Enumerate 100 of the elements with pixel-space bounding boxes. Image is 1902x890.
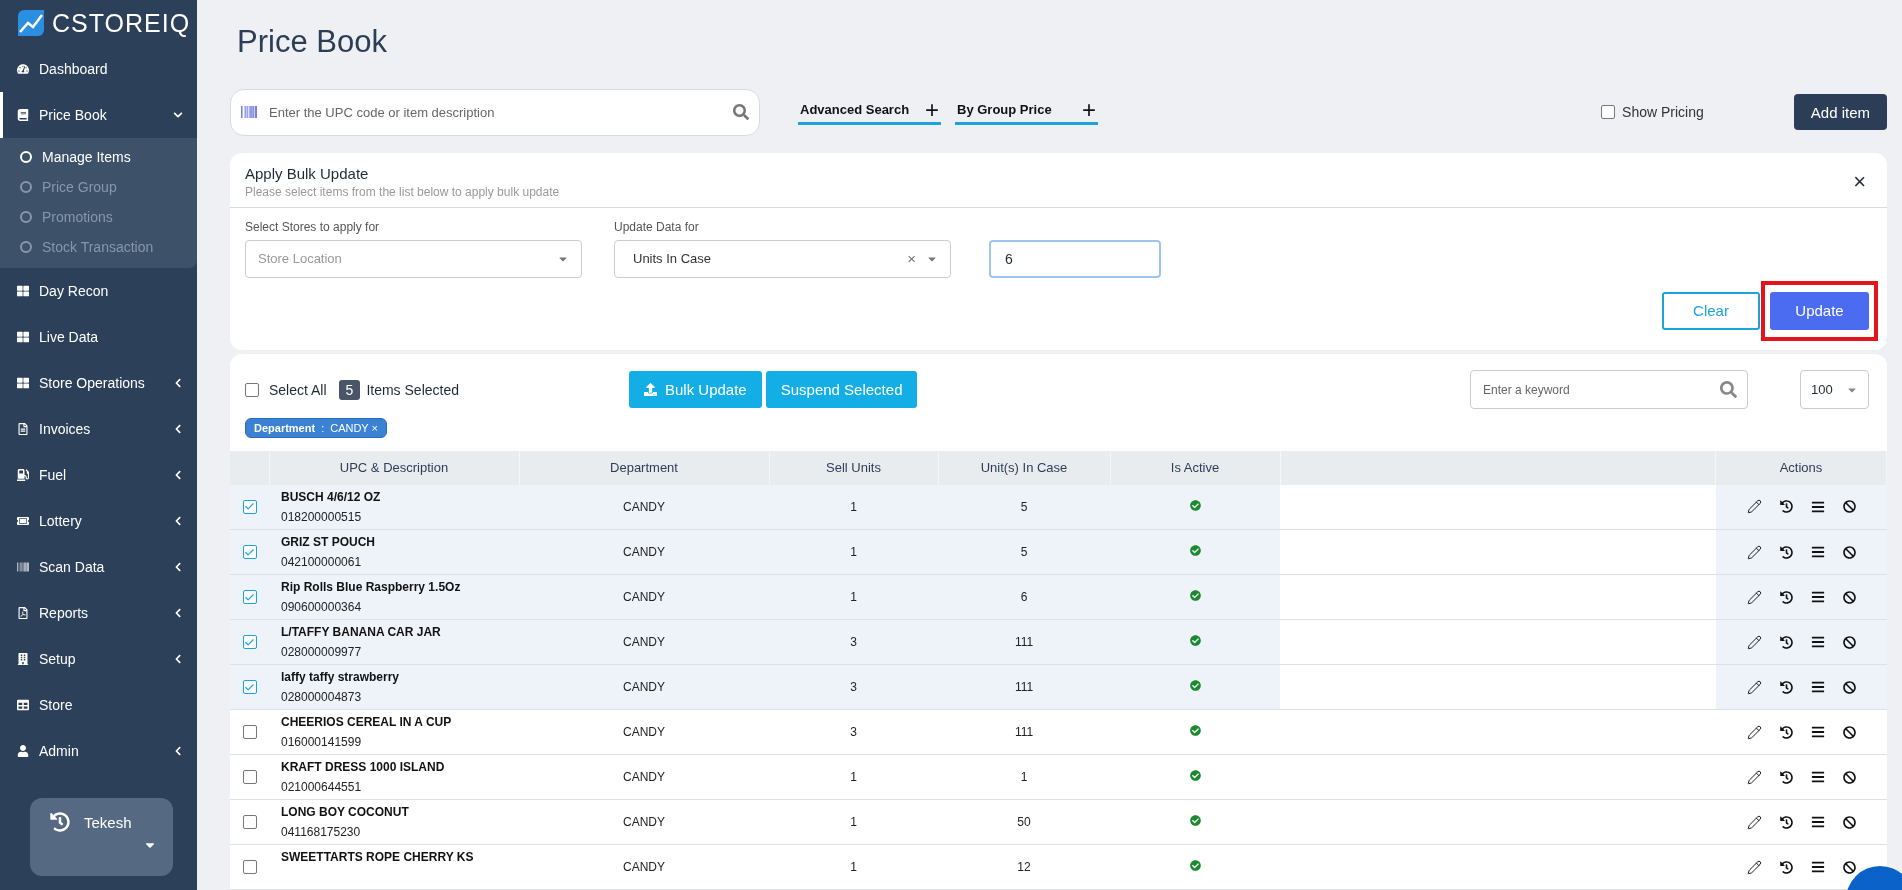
- ban-icon[interactable]: [1842, 860, 1856, 874]
- panel-title: Apply Bulk Update: [245, 164, 370, 182]
- list-icon[interactable]: [1810, 770, 1825, 784]
- nav-item[interactable]: Dashboard: [0, 46, 197, 92]
- clear-icon[interactable]: ×: [907, 250, 916, 267]
- ban-icon[interactable]: [1842, 725, 1856, 739]
- edit-icon[interactable]: [1746, 544, 1762, 560]
- history-icon[interactable]: [1779, 635, 1793, 649]
- history-icon[interactable]: [1779, 770, 1793, 784]
- edit-icon[interactable]: [1746, 859, 1762, 875]
- list-icon[interactable]: [1810, 725, 1825, 739]
- list-icon[interactable]: [1810, 860, 1825, 874]
- chevron-down-icon: [173, 110, 183, 120]
- ban-icon[interactable]: [1842, 590, 1856, 604]
- checkbox[interactable]: [242, 815, 257, 829]
- nav-item[interactable]: Lottery: [0, 498, 197, 544]
- nav-item[interactable]: Store Operations: [0, 360, 197, 406]
- keyword-field[interactable]: Enter a keyword: [1470, 370, 1748, 409]
- edit-icon[interactable]: [1746, 679, 1762, 695]
- history-icon[interactable]: [1779, 680, 1793, 694]
- table-cell: 111: [1014, 635, 1034, 649]
- edit-icon[interactable]: [1746, 589, 1762, 605]
- filter-link[interactable]: By Group Price +: [955, 99, 1098, 125]
- item-name: Rip Rolls Blue Raspberry 1.5Oz: [281, 580, 462, 594]
- close-button[interactable]: ×: [1853, 170, 1866, 193]
- search-field[interactable]: Enter the UPC code or item description: [230, 88, 760, 136]
- edit-icon[interactable]: [1746, 724, 1762, 740]
- upc-code: 018200000515: [281, 509, 363, 524]
- checkbox[interactable]: [245, 382, 259, 397]
- checkbox[interactable]: [242, 770, 257, 784]
- filter-link[interactable]: Advanced Search +: [798, 99, 941, 125]
- item-name: BUSCH 4/6/12 OZ: [281, 489, 382, 504]
- search-input[interactable]: Enter the UPC code or item description: [267, 103, 723, 121]
- nav-item[interactable]: Fuel: [0, 452, 197, 498]
- edit-icon[interactable]: [1746, 634, 1762, 650]
- list-icon[interactable]: [1810, 545, 1825, 559]
- ticket-icon: [17, 515, 29, 527]
- upc-code: 028000009977: [281, 645, 363, 659]
- column-header: UPC & Description: [269, 450, 519, 485]
- history-icon[interactable]: [1779, 545, 1793, 559]
- table-cell: CANDY: [623, 860, 665, 874]
- checkbox[interactable]: [242, 499, 257, 514]
- checkbox[interactable]: [242, 590, 257, 604]
- list-icon[interactable]: [1810, 635, 1825, 649]
- nav-item[interactable]: Store: [0, 682, 197, 728]
- plus-icon: +: [1082, 99, 1096, 120]
- plus-icon: +: [925, 99, 939, 120]
- checkbox[interactable]: [242, 680, 257, 694]
- filter-tag[interactable]: Department : CANDY ×: [245, 417, 387, 438]
- nav-item[interactable]: Admin: [0, 728, 197, 774]
- ban-icon[interactable]: [1842, 815, 1856, 829]
- edit-icon[interactable]: [1746, 769, 1762, 785]
- nav-item[interactable]: Scan Data: [0, 544, 197, 590]
- checkbox[interactable]: [242, 725, 257, 739]
- dashboard-icon: [17, 63, 29, 75]
- nav-item[interactable]: Day Recon: [0, 268, 197, 314]
- keyword-input[interactable]: Enter a keyword: [1481, 381, 1720, 398]
- table-cell: CANDY: [623, 680, 665, 694]
- ban-icon[interactable]: [1842, 770, 1856, 784]
- history-icon[interactable]: [1779, 815, 1793, 829]
- edit-icon[interactable]: [1746, 499, 1762, 515]
- submenu-item[interactable]: Manage Items: [0, 142, 197, 172]
- history-icon[interactable]: [1779, 500, 1793, 514]
- update-button[interactable]: Update: [1770, 291, 1869, 330]
- ban-icon[interactable]: [1842, 635, 1856, 649]
- upc-code: 042100000061: [281, 555, 363, 569]
- table-cell: 6: [1020, 590, 1028, 604]
- table-cell: CANDY: [623, 815, 665, 829]
- history-icon[interactable]: [1779, 590, 1793, 604]
- edit-icon[interactable]: [1746, 814, 1762, 830]
- checkbox[interactable]: [1601, 105, 1616, 120]
- table-cell: 12: [1017, 860, 1031, 874]
- add-item-button[interactable]: Add item: [1793, 94, 1887, 131]
- nav-item[interactable]: Live Data: [0, 314, 197, 360]
- history-icon[interactable]: [1779, 860, 1793, 874]
- document-icon: [17, 423, 29, 435]
- value-input[interactable]: 6: [989, 239, 1161, 278]
- chevron-left-icon: [173, 562, 183, 572]
- checkbox[interactable]: [242, 545, 257, 559]
- list-icon[interactable]: [1810, 499, 1825, 514]
- ban-icon[interactable]: [1842, 680, 1856, 694]
- table-cell: 3: [850, 635, 857, 649]
- list-icon[interactable]: [1810, 680, 1825, 694]
- nav-item[interactable]: Invoices: [0, 406, 197, 452]
- data-select[interactable]: Units In Case ×: [614, 239, 951, 278]
- ban-icon[interactable]: [1842, 545, 1856, 559]
- checkbox[interactable]: [242, 860, 257, 874]
- nav-item[interactable]: Setup: [0, 636, 197, 682]
- checkbox[interactable]: [242, 635, 257, 649]
- history-icon[interactable]: [1779, 725, 1793, 739]
- field-label: Select Stores to apply for: [245, 219, 381, 234]
- page-size-select[interactable]: 100: [1800, 370, 1869, 409]
- list-icon[interactable]: [1810, 815, 1825, 829]
- ban-icon[interactable]: [1842, 500, 1856, 514]
- field-label: Update Data for: [614, 219, 700, 234]
- logo-icon: [16, 8, 46, 38]
- user-card[interactable]: Tekesh: [30, 798, 173, 876]
- list-icon[interactable]: [1810, 590, 1825, 604]
- grid-icon: [17, 377, 29, 389]
- nav-item[interactable]: Reports: [0, 590, 197, 636]
